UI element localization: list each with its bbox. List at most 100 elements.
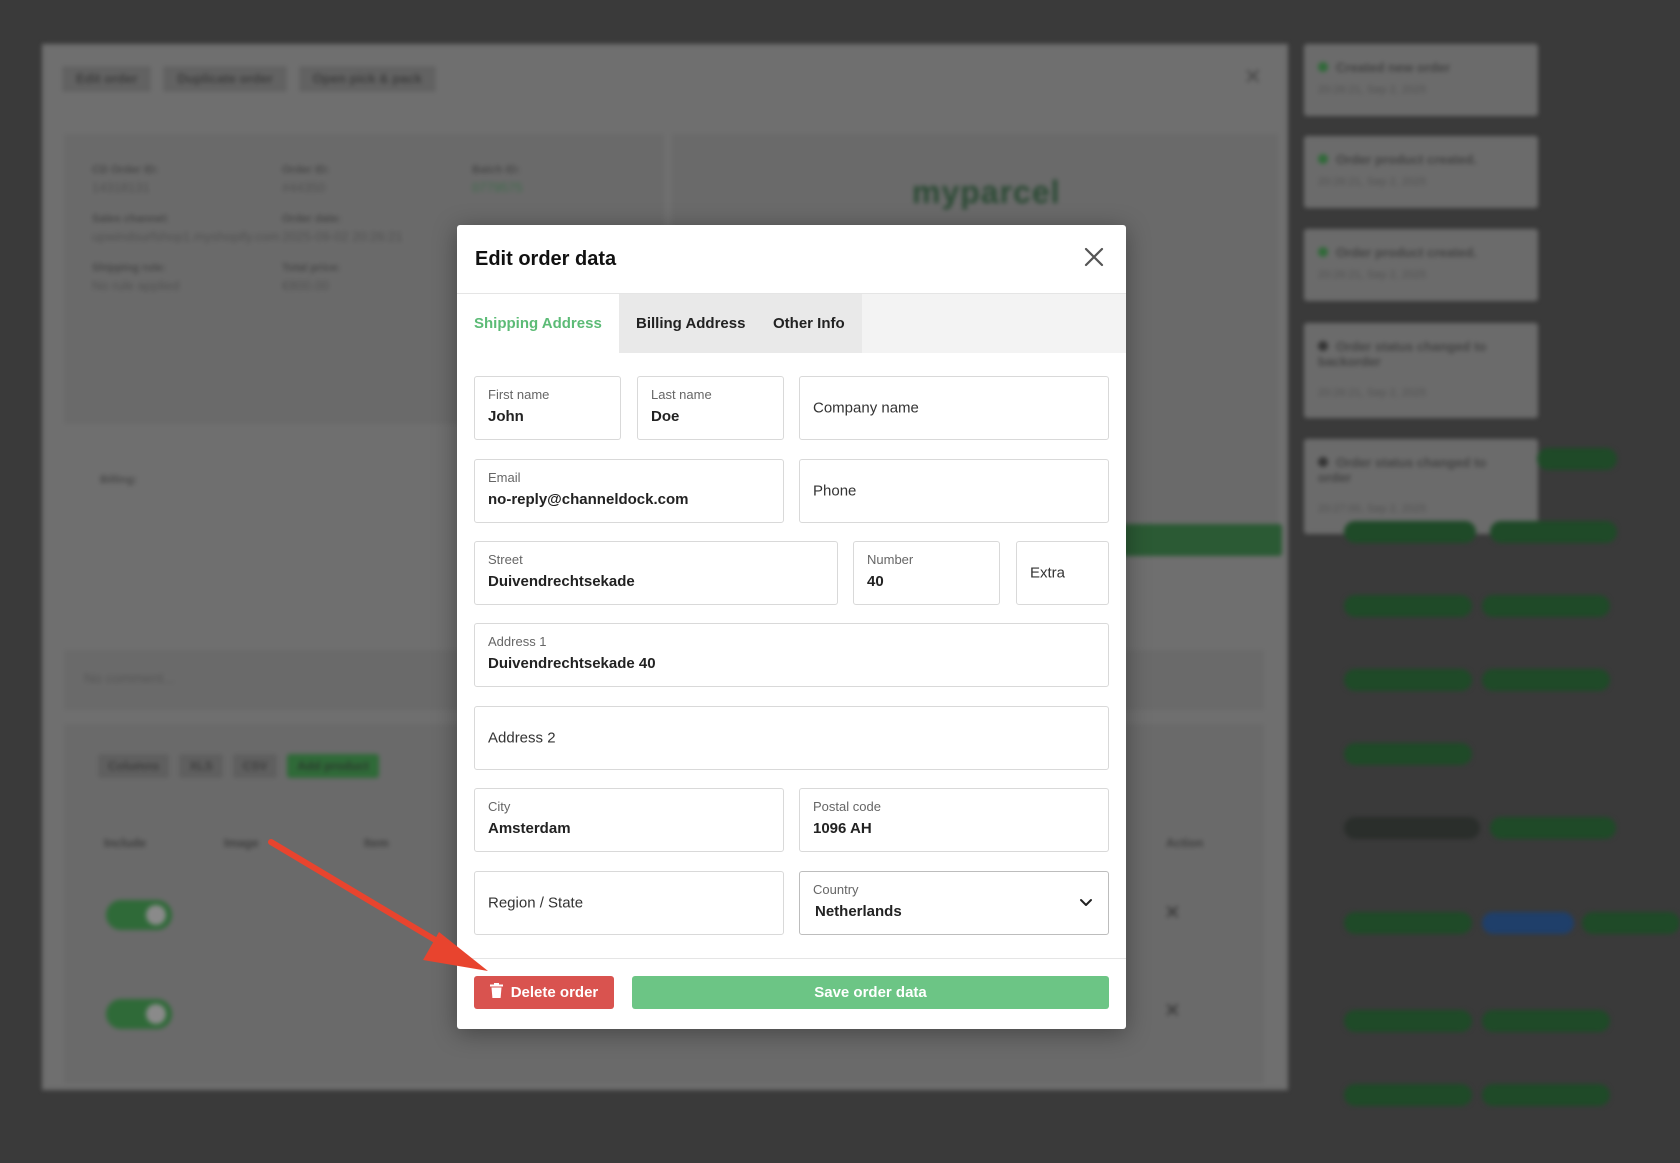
field-label: Country (813, 882, 859, 897)
field-label: Address 1 (488, 634, 547, 649)
col-action: Action (1166, 836, 1204, 850)
status-dot-icon (1318, 154, 1328, 164)
field-label: Street (488, 552, 523, 567)
field-value: Duivendrechtsekade 40 (488, 655, 656, 672)
col-item: Item (364, 836, 389, 850)
timeline-time: 20:26:21, Sep 2, 2025 (1318, 269, 1427, 281)
company-name-field[interactable]: Company name (799, 376, 1109, 440)
field-label: Email (488, 470, 521, 485)
xls-button: XLS (179, 754, 223, 778)
status-pill (1490, 817, 1616, 839)
csv-button: CSV (232, 754, 278, 778)
modal-header: Edit order data (457, 225, 1126, 294)
timeline-time: 20:26:21, Sep 2, 2025 (1318, 387, 1427, 399)
status-dot-icon (1318, 247, 1328, 257)
last-name-field[interactable]: Last name Doe (637, 376, 784, 440)
edit-order-modal: Edit order data Shipping Address Billing… (457, 225, 1126, 1029)
status-pill (1482, 912, 1574, 934)
tab-shipping-address[interactable]: Shipping Address (457, 294, 619, 353)
remove-icon: ✕ (1164, 902, 1181, 924)
field-placeholder: Extra (1030, 564, 1066, 582)
timeline-title: Order product created. (1336, 245, 1477, 260)
info-value: 14318131 (92, 180, 150, 195)
open-pick-pack-button: Open pick & pack (298, 66, 436, 92)
field-value: 1096 AH (813, 820, 872, 837)
info-label: Batch ID: (472, 164, 521, 176)
timeline-title: Order status changed to backorder (1318, 339, 1487, 369)
close-icon[interactable] (1080, 243, 1108, 271)
street-field[interactable]: Street Duivendrechtsekade (474, 541, 838, 605)
status-pill (1482, 1010, 1610, 1032)
email-field[interactable]: Email no-reply@channeldock.com (474, 459, 784, 523)
info-value: upwindsurfshop1.myshopify.com (92, 229, 280, 244)
extra-field[interactable]: Extra (1016, 541, 1109, 605)
modal-tabs: Shipping Address Billing Address Other I… (457, 294, 1126, 353)
field-label: Number (867, 552, 914, 567)
number-field[interactable]: Number 40 (853, 541, 1000, 605)
status-pill (1490, 521, 1617, 543)
info-label: Order date: (282, 213, 342, 225)
timeline-item: Order product created. 20:26:21, Sep 2, … (1304, 229, 1538, 301)
field-placeholder: Phone (813, 482, 857, 500)
status-pill (1344, 521, 1476, 543)
phone-field[interactable]: Phone (799, 459, 1109, 523)
trash-icon (489, 983, 503, 1002)
field-value: Netherlands (815, 903, 902, 920)
status-pill (1344, 912, 1472, 934)
address2-field[interactable]: Address 2 (474, 706, 1109, 770)
delete-order-button[interactable]: Delete order (474, 976, 614, 1009)
timeline-item: Created new order 20:26:21, Sep 2, 2025 (1304, 44, 1538, 116)
address1-field[interactable]: Address 1 Duivendrechtsekade 40 (474, 623, 1109, 687)
status-pill (1344, 1010, 1472, 1032)
tab-billing-address[interactable]: Billing Address (619, 294, 763, 353)
chevron-down-icon[interactable] (1078, 894, 1094, 910)
city-field[interactable]: City Amsterdam (474, 788, 784, 852)
timeline-title: Order product created. (1336, 152, 1477, 167)
field-value: no-reply@channeldock.com (488, 491, 689, 508)
field-value: John (488, 408, 524, 425)
delete-order-label: Delete order (510, 984, 599, 1001)
info-label: CD Order ID: (92, 164, 159, 176)
region-state-field[interactable]: Region / State (474, 871, 784, 935)
timeline-title: Order status changed to order (1318, 455, 1487, 485)
tab-other-info[interactable]: Other Info (756, 294, 862, 353)
field-value: Amsterdam (488, 820, 571, 837)
status-pill (1344, 1084, 1472, 1106)
timeline-title: Created new order (1336, 60, 1451, 75)
timeline-item: Order product created. 20:26:21, Sep 2, … (1304, 136, 1538, 208)
status-pill (1344, 743, 1472, 765)
info-value: #44350 (282, 180, 326, 195)
info-value: 0779575 (472, 180, 523, 195)
status-dot-icon (1318, 457, 1328, 467)
timeline-item: Order status changed to backorder 20:26:… (1304, 323, 1538, 418)
status-pill (1344, 669, 1472, 691)
add-product-button: Add product (287, 754, 379, 778)
info-label: Total price: (282, 262, 341, 274)
info-value: No rule applied (92, 278, 180, 293)
info-label: Order ID: (282, 164, 330, 176)
info-value: €800.00 (282, 278, 329, 293)
info-label: Shipping rule: (92, 262, 166, 274)
status-pill (1482, 669, 1610, 691)
first-name-field[interactable]: First name John (474, 376, 621, 440)
modal-title: Edit order data (475, 248, 617, 270)
columns-button: Columns (98, 754, 170, 778)
field-label: Postal code (813, 799, 881, 814)
edit-order-button: Edit order (62, 66, 152, 92)
timeline-time: 20:26:21, Sep 2, 2025 (1318, 84, 1427, 96)
field-label: Last name (651, 387, 712, 402)
myparcel-logo: myparcel (912, 174, 1061, 210)
info-label: Sales channel: (92, 213, 170, 225)
field-label: First name (488, 387, 550, 402)
country-select[interactable]: Country Netherlands (799, 871, 1109, 935)
save-order-button[interactable]: Save order data (632, 976, 1109, 1009)
timeline-item: Order status changed to order 20:27:00, … (1304, 439, 1538, 534)
carrier-action-bar (1122, 524, 1282, 556)
panel-close-icon: ✕ (1243, 64, 1262, 89)
postal-code-field[interactable]: Postal code 1096 AH (799, 788, 1109, 852)
field-placeholder: Address 2 (488, 729, 556, 747)
include-toggle (106, 900, 172, 930)
col-image: Image (224, 836, 259, 850)
duplicate-order-button: Duplicate order (163, 66, 287, 92)
timeline-time: 20:27:00, Sep 2, 2025 (1318, 503, 1427, 515)
